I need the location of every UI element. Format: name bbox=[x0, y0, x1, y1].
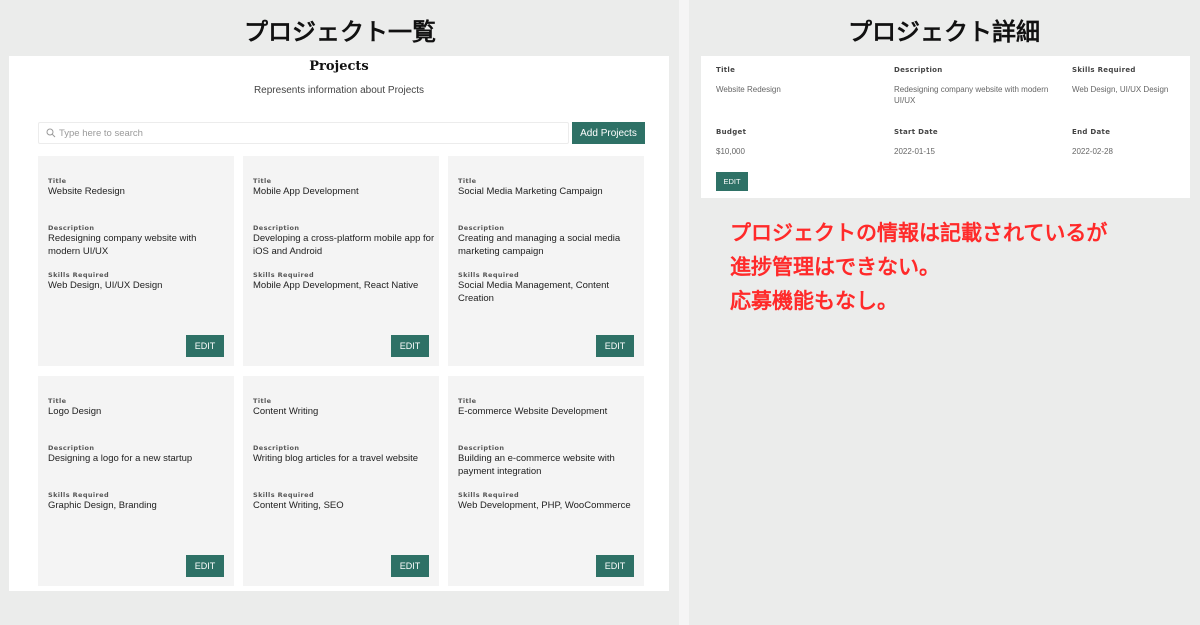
search-icon bbox=[46, 128, 56, 138]
search-input[interactable] bbox=[59, 125, 559, 141]
project-title: Website Redesign bbox=[48, 186, 125, 197]
detail-title-label: Title bbox=[716, 66, 736, 74]
detail-edit-button[interactable]: EDIT bbox=[716, 172, 748, 191]
detail-description-label: Description bbox=[894, 66, 943, 74]
project-title: E-commerce Website Development bbox=[458, 406, 608, 417]
description-label: Description bbox=[253, 224, 300, 232]
description-label: Description bbox=[48, 444, 95, 452]
edit-button[interactable]: EDIT bbox=[596, 555, 634, 577]
page-subtitle: Represents information about Projects bbox=[253, 85, 425, 96]
title-label: Title bbox=[48, 397, 67, 405]
project-card: Title Social Media Marketing Campaign De… bbox=[448, 156, 644, 366]
detail-description-value: Redesigning company website with modern … bbox=[894, 85, 1049, 105]
project-title: Mobile App Development bbox=[253, 186, 359, 197]
project-description: Developing a cross-platform mobile app f… bbox=[253, 233, 435, 257]
project-skills: Social Media Management, Content Creatio… bbox=[458, 280, 610, 304]
project-skills: Web Design, UI/UX Design bbox=[48, 280, 163, 291]
project-description: Designing a logo for a new startup bbox=[48, 453, 193, 464]
description-label: Description bbox=[253, 444, 300, 452]
project-skills: Graphic Design, Branding bbox=[48, 500, 157, 511]
project-list-screen: Projects Represents information about Pr… bbox=[9, 56, 669, 591]
title-label: Title bbox=[253, 397, 272, 405]
panel-divider bbox=[679, 0, 689, 625]
project-card: Title E-commerce Website Development Des… bbox=[448, 376, 644, 586]
skills-label: Skills Required bbox=[253, 271, 315, 279]
detail-skills-label: Skills Required bbox=[1072, 66, 1136, 74]
project-description: Building an e-commerce website with paym… bbox=[458, 453, 615, 477]
description-label: Description bbox=[48, 224, 95, 232]
edit-button[interactable]: EDIT bbox=[391, 335, 429, 357]
annotation-line-2: 進捗管理はできない。 bbox=[730, 255, 940, 279]
annotation-note: プロジェクトの情報は記載されているが 進捗管理はできない。 応募機能もなし。 bbox=[730, 216, 1190, 318]
detail-title-value: Website Redesign bbox=[716, 85, 781, 94]
project-card: Title Website Redesign Description Redes… bbox=[38, 156, 234, 366]
skills-label: Skills Required bbox=[458, 271, 520, 279]
project-description: Writing blog articles for a travel websi… bbox=[253, 453, 419, 464]
detail-budget-label: Budget bbox=[716, 128, 747, 136]
project-skills: Web Development, PHP, WooCommerce bbox=[458, 500, 631, 511]
detail-start-date-value: 2022-01-15 bbox=[894, 147, 935, 156]
project-title: Content Writing bbox=[253, 406, 319, 417]
title-label: Title bbox=[253, 177, 272, 185]
title-label: Title bbox=[458, 397, 477, 405]
detail-end-date-label: End Date bbox=[1072, 128, 1111, 136]
page-title: Projects bbox=[309, 59, 369, 74]
project-skills: Content Writing, SEO bbox=[253, 500, 344, 511]
search-box[interactable] bbox=[38, 122, 569, 144]
project-description: Redesigning company website with modern … bbox=[48, 233, 197, 257]
project-card: Title Logo Design Description Designing … bbox=[38, 376, 234, 586]
project-detail-screen: Title Website Redesign Description Redes… bbox=[701, 56, 1190, 198]
detail-budget-value: $10,000 bbox=[716, 147, 745, 156]
annotation-line-1: プロジェクトの情報は記載されているが bbox=[730, 221, 1108, 245]
annotation-line-3: 応募機能もなし。 bbox=[730, 289, 898, 313]
project-title: Social Media Marketing Campaign bbox=[458, 186, 603, 197]
description-label: Description bbox=[458, 224, 505, 232]
skills-label: Skills Required bbox=[48, 271, 110, 279]
description-label: Description bbox=[458, 444, 505, 452]
project-card: Title Content Writing Description Writin… bbox=[243, 376, 439, 586]
project-detail-heading: プロジェクト詳細 bbox=[848, 18, 1040, 46]
skills-label: Skills Required bbox=[253, 491, 315, 499]
detail-end-date-value: 2022-02-28 bbox=[1072, 147, 1113, 156]
project-list-heading: プロジェクト一覧 bbox=[244, 18, 436, 46]
skills-label: Skills Required bbox=[48, 491, 110, 499]
project-skills: Mobile App Development, React Native bbox=[253, 280, 419, 291]
detail-skills-value: Web Design, UI/UX Design bbox=[1072, 85, 1169, 94]
skills-label: Skills Required bbox=[458, 491, 520, 499]
edit-button[interactable]: EDIT bbox=[186, 555, 224, 577]
edit-button[interactable]: EDIT bbox=[391, 555, 429, 577]
project-title: Logo Design bbox=[48, 406, 102, 417]
project-description: Creating and managing a social media mar… bbox=[458, 233, 621, 257]
add-projects-button[interactable]: Add Projects bbox=[572, 122, 645, 144]
detail-start-date-label: Start Date bbox=[894, 128, 938, 136]
edit-button[interactable]: EDIT bbox=[596, 335, 634, 357]
title-label: Title bbox=[48, 177, 67, 185]
edit-button[interactable]: EDIT bbox=[186, 335, 224, 357]
project-card: Title Mobile App Development Description… bbox=[243, 156, 439, 366]
title-label: Title bbox=[458, 177, 477, 185]
